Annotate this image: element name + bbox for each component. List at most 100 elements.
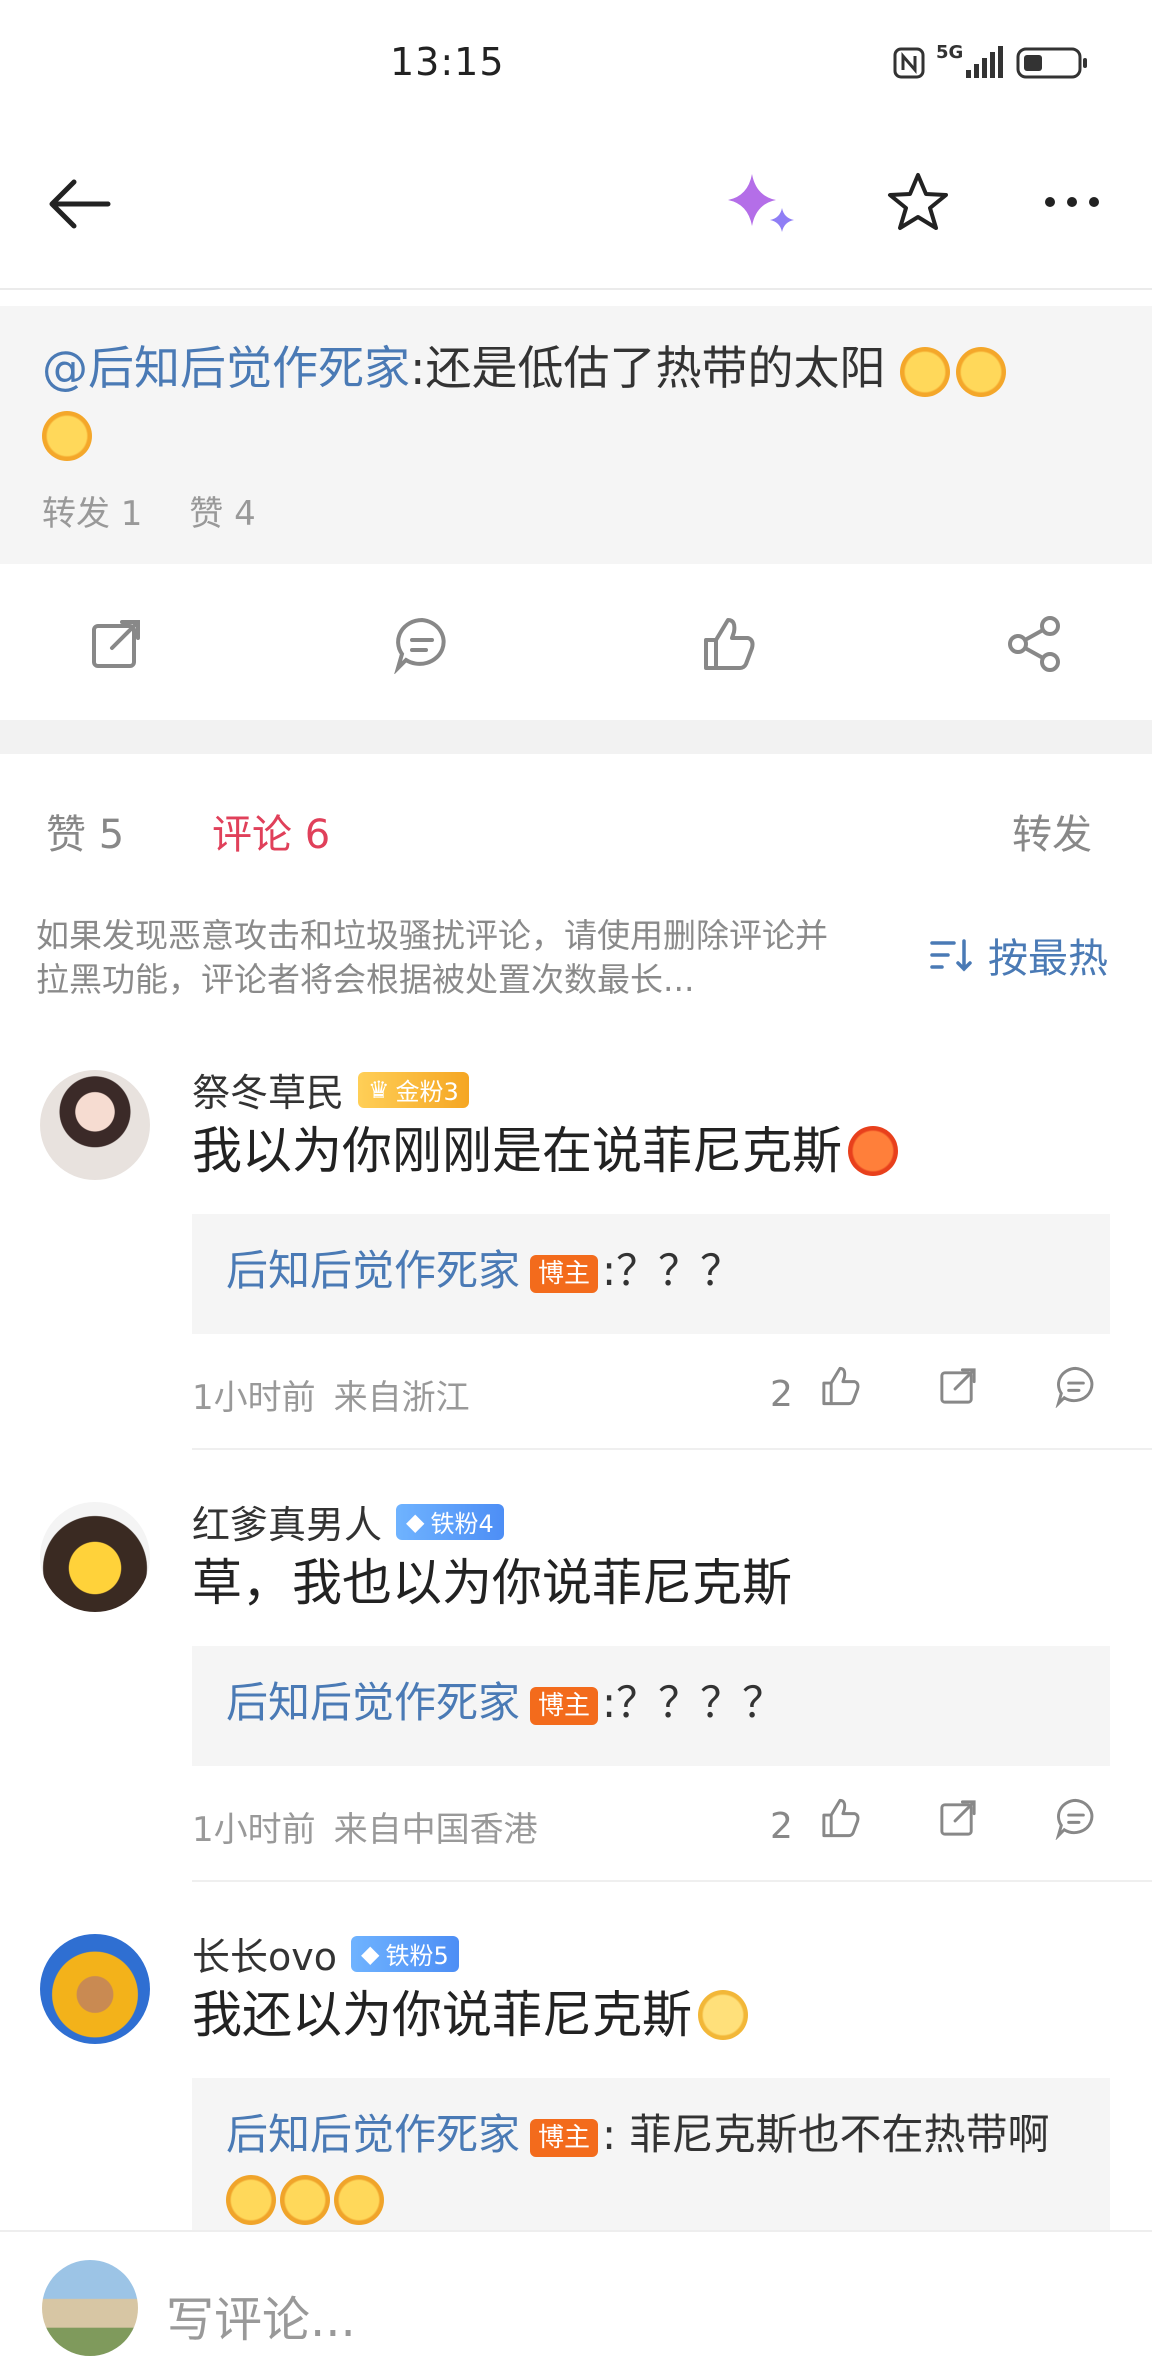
fan-badge-label: 铁粉4 [430,1510,494,1538]
status-bar: 13:15 5G [0,0,1152,140]
nfc-icon [893,47,925,79]
favorite-star-icon[interactable] [886,170,950,234]
comment-item: 红爹真男人 ◆ 铁粉4 草，我也以为你说菲尼克斯 后知后觉作死家 博主:？？？？ 1… [0,1482,1152,1882]
reply-author[interactable]: 后知后觉作死家 [226,2110,520,2159]
comment-input[interactable]: 写评论... [166,2280,356,2350]
comment-actions: 2 [770,1792,1130,1852]
fan-badge: ◆ 铁粉5 [351,1935,459,1972]
comment-icon[interactable] [1054,1796,1098,1840]
reply-author[interactable]: 后知后觉作死家 [226,1246,520,1295]
tab-likes[interactable]: 赞 5 [46,802,124,860]
angry-emoji-icon [848,1126,898,1176]
nav-bar [0,140,1152,290]
avatar[interactable] [40,1070,150,1180]
fan-badge-label: 铁粉5 [385,1942,449,1970]
comment-input-bar: 写评论... [0,2230,1152,2378]
section-divider [0,720,1152,754]
comment-author-name[interactable]: 祭冬草民 [192,1062,344,1117]
comment-author-name[interactable]: 长长ovo [192,1926,337,1981]
comment-author-name[interactable]: 红爹真男人 [192,1494,382,1549]
repost-icon[interactable] [936,1796,980,1840]
tab-reposts[interactable]: 转发 [1012,802,1092,860]
comment-author: 祭冬草民 ♛ 金粉3 [192,1062,469,1117]
fan-badge-label: 金粉3 [395,1078,459,1106]
comment-body: 我以为你刚刚是在说菲尼克斯 [192,1116,898,1186]
comment-divider [192,1448,1152,1450]
glasses-emoji-icon [698,1990,748,2040]
comment-notice: 如果发现恶意攻击和垃圾骚扰评论，请使用删除评论并拉黑功能，评论者将会根据被处置次… [0,898,1152,1008]
sort-label: 按最热 [988,936,1108,982]
quoted-post-text: @后知后觉作死家:还是低估了热带的太阳 [42,336,1102,464]
comment-like-count: 2 [770,1374,793,1415]
diamond-icon: ◆ [406,1507,425,1536]
tab-bar: 赞 5 评论 6 转发 [0,754,1152,900]
crown-icon: ♛ [368,1075,390,1104]
repost-icon[interactable] [86,614,146,674]
comment-time: 1小时前 [192,1810,316,1850]
repost-icon[interactable] [936,1364,980,1408]
reply-author[interactable]: 后知后觉作死家 [226,1678,520,1727]
mention-link[interactable]: @后知后觉作死家 [42,341,410,395]
comment-time: 1小时前 [192,1378,316,1418]
reply-line: 后知后觉作死家 博主:？？？ [226,1240,1106,1302]
thinking-emoji-icon [280,2174,330,2225]
notice-text: 如果发现恶意攻击和垃圾骚扰评论，请使用删除评论并拉黑功能，评论者将会根据被处置次… [36,916,828,999]
avatar[interactable] [40,1502,150,1612]
battery-icon [1016,47,1087,79]
thinking-emoji-icon [334,2174,384,2225]
reply-preview[interactable]: 后知后觉作死家 博主:？？？ [192,1214,1110,1334]
avatar[interactable] [40,1934,150,2044]
comment-text: 草，我也以为你说菲尼克斯 [192,1554,792,1612]
my-avatar[interactable] [42,2260,138,2356]
signal-icon: 5G [936,42,1006,80]
comment-meta: 1小时前 来自浙江 [192,1370,488,1419]
sort-button[interactable]: 按最热 [930,926,1108,984]
comment-item: 祭冬草民 ♛ 金粉3 我以为你刚刚是在说菲尼克斯 后知后觉作死家 博主:？？？ 1小… [0,1050,1152,1450]
sun-emoji-icon [956,346,1007,397]
sun-emoji-icon [900,346,951,397]
comment-location: 来自中国香港 [333,1810,538,1850]
more-options-icon[interactable] [1042,192,1102,212]
host-badge: 博主 [530,1254,599,1293]
comment-like-count: 2 [770,1806,793,1847]
reply-text: :？？？ [602,1246,743,1295]
sun-emoji-icon [42,410,92,461]
action-bar [0,566,1152,720]
host-badge: 博主 [530,1686,599,1725]
comment-meta: 1小时前 来自中国香港 [192,1802,556,1851]
share-icon[interactable] [1004,614,1064,674]
comment-author: 红爹真男人 ◆ 铁粉4 [192,1494,504,1549]
diamond-icon: ◆ [361,1939,380,1968]
status-icons: 5G [892,42,1090,80]
host-badge: 博主 [530,2118,599,2157]
quoted-post[interactable]: @后知后觉作死家:还是低估了热带的太阳 转发 1 赞 4 [0,306,1152,564]
thinking-emoji-icon [226,2174,276,2225]
reply-text: : 菲尼克斯也不在热带啊 [602,2110,1050,2159]
repost-count[interactable]: 转发 1 [42,494,142,534]
comment-divider [192,1880,1152,1882]
quoted-post-body: :还是低估了热带的太阳 [410,341,886,395]
comment-text: 我以为你刚刚是在说菲尼克斯 [192,1122,842,1180]
comment-text: 我还以为你说菲尼克斯 [192,1986,692,2044]
like-thumb-icon[interactable] [818,1796,862,1840]
comment-icon[interactable] [392,614,452,674]
comment-icon[interactable] [1054,1364,1098,1408]
back-arrow-icon[interactable] [44,174,114,234]
comment-body: 我还以为你说菲尼克斯 [192,1980,748,2050]
like-thumb-icon[interactable] [818,1364,862,1408]
comment-actions: 2 [770,1360,1130,1420]
sparkle-ai-icon[interactable] [722,170,802,240]
reply-preview[interactable]: 后知后觉作死家 博主:？？？？ [192,1646,1110,1766]
tab-comments[interactable]: 评论 6 [212,802,330,860]
quoted-post-stats: 转发 1 赞 4 [42,486,292,535]
comment-location: 来自浙江 [333,1378,470,1418]
status-time: 13:15 [390,40,505,84]
like-count[interactable]: 赞 4 [189,494,255,534]
reply-line: 后知后觉作死家 博主: 菲尼克斯也不在热带啊 [226,2104,1106,2228]
reply-text: :？？？？ [602,1678,785,1727]
fan-badge: ♛ 金粉3 [358,1071,469,1108]
like-thumb-icon[interactable] [698,614,758,674]
reply-preview[interactable]: 后知后觉作死家 博主: 菲尼克斯也不在热带啊 [192,2078,1110,2230]
comment-item: 长长ovo ◆ 铁粉5 我还以为你说菲尼克斯 后知后觉作死家 博主: 菲尼克斯也不在… [0,1914,1152,2230]
fan-badge: ◆ 铁粉4 [396,1503,504,1540]
